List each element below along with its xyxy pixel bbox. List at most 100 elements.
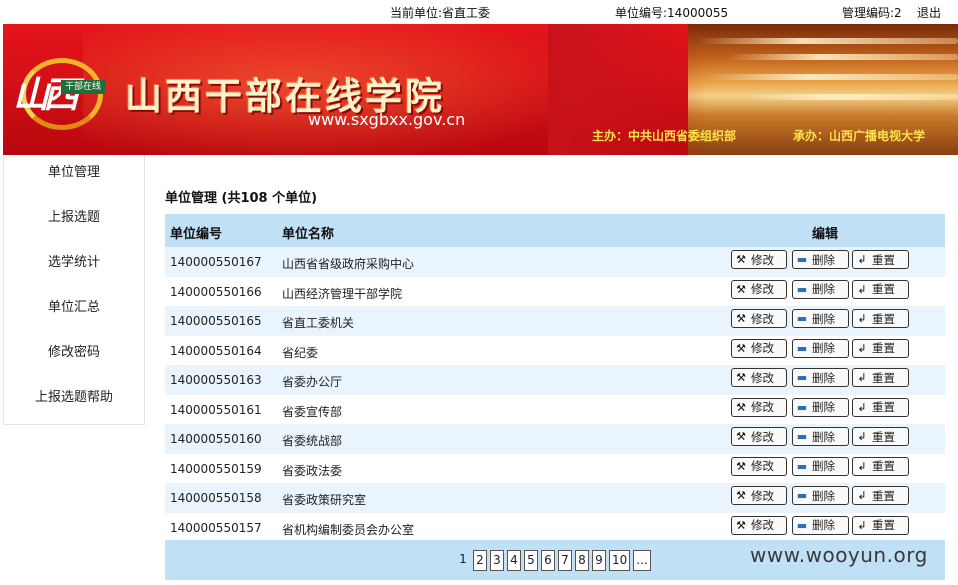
page-link[interactable]: 7 — [558, 550, 572, 571]
delete-button-label: 删除 — [812, 459, 835, 473]
reset-button[interactable]: ↲ 重置 — [852, 397, 909, 417]
minus-icon: ▬ — [796, 400, 808, 414]
reset-button-label: 重置 — [872, 282, 895, 296]
reset-icon: ↲ — [857, 253, 867, 266]
reset-button[interactable]: ↲ 重置 — [852, 515, 909, 535]
reset-button[interactable]: ↲ 重置 — [852, 427, 909, 446]
reset-button[interactable]: ↲ 重置 — [852, 486, 909, 505]
reset-button[interactable]: ↲ 重置 — [852, 279, 909, 299]
edit-button-label: 修改 — [751, 400, 774, 414]
edit-button[interactable]: ⚒ 修改 — [731, 279, 787, 299]
tools-icon: ⚒ — [736, 341, 746, 355]
tools-icon: ⚒ — [736, 312, 746, 325]
delete-button[interactable]: ▬ 删除 — [792, 309, 849, 328]
edit-button-label: 修改 — [751, 459, 774, 473]
delete-button[interactable]: ▬ 删除 — [792, 368, 849, 387]
reset-button[interactable]: ↲ 重置 — [852, 456, 909, 476]
unit-name-cell: 省委办公厅 — [282, 375, 343, 389]
edit-button[interactable]: ⚒ 修改 — [731, 456, 787, 476]
watermark: www.wooyun.org — [750, 543, 928, 567]
edit-button-label: 修改 — [751, 370, 774, 385]
minus-icon: ▬ — [796, 371, 808, 384]
edit-button[interactable]: ⚒ 修改 — [731, 250, 787, 269]
page-link[interactable]: 5 — [524, 550, 538, 571]
page-link[interactable]: 10 — [609, 550, 631, 571]
minus-icon: ▬ — [796, 489, 808, 502]
reset-button[interactable]: ↲ 重置 — [852, 368, 909, 387]
reset-button-label: 重置 — [872, 311, 895, 326]
sidebar-item-unit-summary[interactable]: 单位汇总 — [4, 296, 144, 315]
delete-button[interactable]: ▬ 删除 — [792, 427, 849, 446]
page-link[interactable]: 6 — [541, 550, 555, 571]
unit-id-cell: 140000550166 — [170, 284, 262, 299]
page-link[interactable]: 8 — [575, 550, 589, 571]
delete-button[interactable]: ▬ 删除 — [792, 515, 849, 535]
delete-button[interactable]: ▬ 删除 — [792, 250, 849, 269]
reset-icon: ↲ — [857, 518, 867, 532]
sidebar-item-report-help[interactable]: 上报选题帮助 — [4, 386, 144, 405]
reset-icon: ↲ — [857, 459, 867, 473]
tools-icon: ⚒ — [736, 489, 746, 502]
edit-button[interactable]: ⚒ 修改 — [731, 368, 787, 387]
table-row: 140000550158 省委政策研究室 ⚒ 修改 ▬ 删除 ↲ 重置 — [165, 483, 945, 513]
minus-icon: ▬ — [796, 459, 808, 473]
edit-button[interactable]: ⚒ 修改 — [731, 515, 787, 535]
tools-icon: ⚒ — [736, 371, 746, 384]
logo-tag: 干部在线 — [61, 80, 105, 94]
minus-icon: ▬ — [796, 282, 808, 296]
unit-id-cell: 140000550164 — [170, 343, 262, 358]
delete-button[interactable]: ▬ 删除 — [792, 338, 849, 358]
delete-button-label: 删除 — [812, 311, 835, 326]
unit-name-cell: 省委政法委 — [282, 463, 343, 478]
page-link[interactable]: 2 — [473, 550, 487, 571]
table-row: 140000550160 省委统战部 ⚒ 修改 ▬ 删除 ↲ 重置 — [165, 424, 945, 454]
reset-button-label: 重置 — [872, 400, 895, 414]
reset-button-label: 重置 — [872, 370, 895, 385]
reset-icon: ↲ — [857, 341, 867, 355]
minus-icon: ▬ — [796, 430, 808, 443]
column-header-name: 单位名称 — [282, 227, 335, 242]
unit-id-cell: 140000550160 — [170, 432, 262, 446]
manage-code-label: 管理编码:2 — [842, 6, 902, 20]
delete-button[interactable]: ▬ 删除 — [792, 486, 849, 505]
reset-button-label: 重置 — [872, 459, 895, 473]
page-link[interactable]: 4 — [507, 550, 521, 571]
reset-button[interactable]: ↲ 重置 — [852, 338, 909, 358]
unit-name-cell: 省委统战部 — [282, 434, 343, 448]
tools-icon: ⚒ — [736, 253, 746, 266]
reset-button[interactable]: ↲ 重置 — [852, 250, 909, 269]
sidebar-item-report-topic[interactable]: 上报选题 — [4, 206, 144, 225]
unit-id-cell: 140000550159 — [170, 461, 262, 476]
sidebar-item-change-password[interactable]: 修改密码 — [4, 341, 144, 360]
page-current: 1 — [459, 552, 467, 566]
edit-button-label: 修改 — [751, 518, 774, 532]
table-row: 140000550164 省纪委 ⚒ 修改 ▬ 删除 ↲ 重置 — [165, 335, 945, 365]
page-link[interactable]: ... — [633, 550, 651, 571]
delete-button[interactable]: ▬ 删除 — [792, 397, 849, 417]
delete-button[interactable]: ▬ 删除 — [792, 456, 849, 476]
delete-button-label: 删除 — [812, 341, 835, 355]
page-link[interactable]: 9 — [592, 550, 606, 571]
edit-button[interactable]: ⚒ 修改 — [731, 427, 787, 446]
edit-button[interactable]: ⚒ 修改 — [731, 338, 787, 358]
reset-button-label: 重置 — [872, 429, 895, 444]
logout-link[interactable]: 退出 — [917, 4, 941, 21]
delete-button[interactable]: ▬ 删除 — [792, 279, 849, 299]
minus-icon: ▬ — [796, 312, 808, 325]
table-row: 140000550167 山西省省级政府采购中心 ⚒ 修改 ▬ 删除 ↲ 重置 — [165, 247, 945, 277]
edit-button[interactable]: ⚒ 修改 — [731, 397, 787, 417]
reset-button-label: 重置 — [872, 252, 895, 267]
unit-name-cell: 省直工委机关 — [282, 316, 355, 330]
edit-button[interactable]: ⚒ 修改 — [731, 486, 787, 505]
reset-icon: ↲ — [857, 430, 867, 443]
sidebar-item-study-statistics[interactable]: 选学统计 — [4, 251, 144, 270]
page-title: 单位管理 (共108 个单位) — [165, 191, 318, 206]
page-link[interactable]: 3 — [490, 550, 504, 571]
reset-button[interactable]: ↲ 重置 — [852, 309, 909, 328]
top-info-bar: 当前单位:省直工委 单位编号:14000055 管理编码:2 退出 — [0, 0, 958, 24]
tools-icon: ⚒ — [736, 282, 746, 296]
delete-button-label: 删除 — [812, 488, 835, 503]
sidebar-item-unit-management[interactable]: 单位管理 — [4, 161, 144, 180]
edit-button[interactable]: ⚒ 修改 — [731, 309, 787, 328]
unit-id-cell: 140000550157 — [170, 520, 262, 535]
